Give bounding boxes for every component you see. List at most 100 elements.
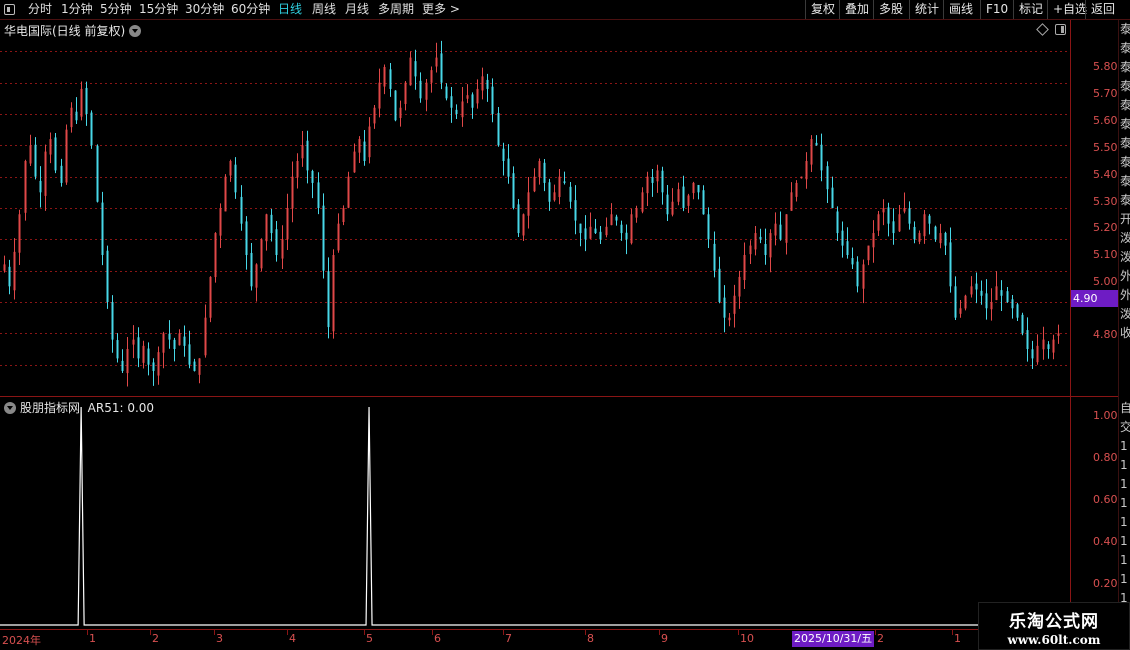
candle-body (18, 214, 21, 253)
candle-body (615, 216, 618, 221)
f10-button[interactable]: F10 (980, 0, 1013, 19)
candle-body (425, 82, 428, 100)
candle-body (795, 182, 798, 197)
candle-body (682, 186, 685, 208)
candle-body (347, 176, 350, 208)
candle-body (985, 293, 988, 309)
chevron-down-icon[interactable] (4, 402, 16, 414)
candle-body (918, 233, 921, 242)
candle-body (399, 107, 402, 118)
indicator-chart[interactable] (0, 397, 1070, 629)
candle-body (964, 295, 967, 309)
ar51-line (0, 406, 1070, 626)
candle-body (162, 333, 165, 353)
candle-body (646, 176, 649, 194)
candle-body (111, 302, 114, 340)
date-label: 1 (89, 632, 96, 645)
candle-body (24, 161, 27, 213)
multi-stock-button[interactable]: 多股 (873, 0, 908, 19)
tab-period-more[interactable]: 更多 > (422, 1, 460, 18)
candle-body (820, 144, 823, 171)
candle-body (378, 82, 381, 109)
candle-body (594, 228, 597, 234)
date-tick (364, 630, 365, 635)
candle-body (116, 340, 119, 359)
tab-period-monthly[interactable]: 月线 (345, 1, 369, 18)
candle-body (260, 239, 263, 269)
price-tick: 5.30 (1093, 195, 1118, 208)
candle-body (373, 107, 376, 124)
candle-body (990, 302, 993, 310)
indicator-tick: 0.40 (1093, 535, 1118, 548)
date-tick (875, 630, 876, 635)
candle-body (90, 112, 93, 146)
candle-body (718, 268, 721, 302)
candle-body (491, 86, 494, 114)
candle-body (219, 208, 222, 236)
candle-body (707, 214, 710, 240)
candle-body (579, 223, 582, 234)
indicator-panel[interactable]: 股朋指标网 AR51: 0.00 (0, 397, 1070, 629)
tab-period-1min[interactable]: 1分钟 (61, 1, 93, 18)
fuquan-button[interactable]: 复权 (805, 0, 840, 19)
menu-icon[interactable] (4, 4, 15, 15)
tab-period-weekly[interactable]: 周线 (312, 1, 336, 18)
candle-body (255, 264, 258, 288)
candle-body (661, 170, 664, 193)
tab-period-fenshi[interactable]: 分时 (28, 1, 52, 18)
candle-body (54, 137, 57, 171)
statistics-button[interactable]: 统计 (909, 0, 944, 19)
candle-body (569, 186, 572, 202)
mark-button[interactable]: 标记 (1013, 0, 1048, 19)
candle-body (1047, 344, 1050, 349)
candle-body (867, 245, 870, 261)
candle-body (1016, 304, 1019, 318)
candle-body (1031, 349, 1034, 359)
candle-body (892, 221, 895, 234)
candle-body (414, 61, 417, 77)
panel-toggle-icon[interactable] (1055, 24, 1066, 35)
date-tick (432, 630, 433, 635)
price-tick: 5.60 (1093, 114, 1118, 127)
tab-period-15min[interactable]: 15分钟 (139, 1, 178, 18)
candle-body (800, 176, 803, 179)
candle-body (805, 161, 808, 180)
candle-body (224, 176, 227, 212)
candle-body (147, 348, 150, 365)
chevron-right-icon: > (449, 2, 460, 16)
candle-body (450, 96, 453, 108)
back-button[interactable]: 返回 (1085, 0, 1120, 19)
tab-period-daily[interactable]: 日线 (278, 1, 302, 18)
overlay-button[interactable]: 叠加 (839, 0, 874, 19)
date-label: 8 (587, 632, 594, 645)
tab-period-5min[interactable]: 5分钟 (100, 1, 132, 18)
draw-line-button[interactable]: 画线 (943, 0, 978, 19)
candle-body (44, 151, 47, 196)
candle-body (29, 145, 32, 164)
candle-body (856, 261, 859, 287)
price-tick: 5.50 (1093, 141, 1118, 154)
candlestick-chart[interactable] (0, 20, 1070, 396)
candle-body (995, 286, 998, 301)
candle-body (605, 226, 608, 236)
watermark-logo: 乐淘公式网 www.60lt.com (978, 602, 1130, 650)
candle-body (538, 161, 541, 178)
date-tick (585, 630, 586, 635)
candle-body (250, 252, 253, 287)
candle-body (306, 140, 309, 171)
candle-body (137, 337, 140, 359)
candle-body (275, 229, 278, 255)
candlestick-chart-panel[interactable]: 华电国际(日线 前复权) (0, 20, 1070, 396)
chevron-down-icon[interactable] (129, 25, 142, 37)
price-tick: 5.80 (1093, 60, 1118, 73)
tab-period-multi[interactable]: 多周期 (378, 1, 414, 18)
candle-body (635, 208, 638, 218)
tab-period-60min[interactable]: 60分钟 (231, 1, 270, 18)
candle-body (553, 192, 556, 201)
candle-body (1021, 314, 1024, 334)
candle-body (934, 226, 937, 240)
tab-period-30min[interactable]: 30分钟 (185, 1, 224, 18)
candle-body (949, 242, 952, 287)
candle-body (471, 94, 474, 108)
date-label: 3 (216, 632, 223, 645)
